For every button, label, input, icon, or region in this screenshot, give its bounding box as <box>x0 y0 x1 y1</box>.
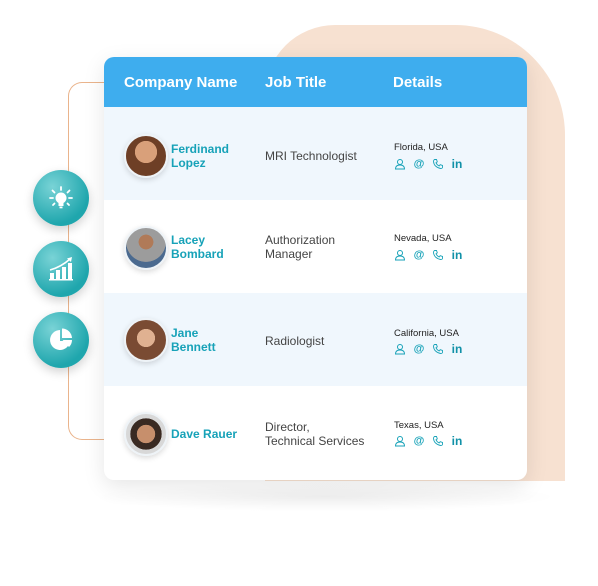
contact-name[interactable]: Dave Rauer <box>171 427 237 441</box>
job-title: Authorization Manager <box>265 233 336 261</box>
person-icon[interactable] <box>394 343 406 355</box>
avatar <box>124 134 168 178</box>
table-row[interactable]: Dave Rauer Director, Technical Services … <box>104 386 527 479</box>
linkedin-icon[interactable]: in <box>451 157 463 171</box>
table-row[interactable]: Jane Bennett Radiologist California, USA… <box>104 293 527 386</box>
location: Texas, USA <box>394 420 444 431</box>
linkedin-icon[interactable]: in <box>451 434 463 448</box>
contact-icons: @ in <box>394 434 463 448</box>
pie-chart-icon <box>33 312 89 368</box>
person-icon[interactable] <box>394 435 406 447</box>
table-row[interactable]: Lacey Bombard Authorization Manager Neva… <box>104 200 527 293</box>
contact-icons: @ in <box>394 157 463 171</box>
avatar <box>124 412 168 456</box>
phone-icon[interactable] <box>432 158 444 170</box>
location: Nevada, USA <box>394 233 452 244</box>
avatar <box>124 318 168 362</box>
email-at-icon[interactable]: @ <box>413 158 425 170</box>
job-title: Radiologist <box>265 334 325 348</box>
email-at-icon[interactable]: @ <box>413 249 425 261</box>
column-header-job-title[interactable]: Job Title <box>265 74 326 91</box>
person-icon[interactable] <box>394 158 406 170</box>
contact-name[interactable]: Lacey Bombard <box>171 233 224 261</box>
table-row[interactable]: Ferdinand Lopez MRI Technologist Florida… <box>104 107 527 200</box>
linkedin-icon[interactable]: in <box>451 248 463 262</box>
lightbulb-icon <box>33 170 89 226</box>
contact-icons: @ in <box>394 342 463 356</box>
contact-name[interactable]: Ferdinand Lopez <box>171 142 229 170</box>
person-icon[interactable] <box>394 249 406 261</box>
table-header: Company Name Job Title Details <box>104 57 527 107</box>
location: Florida, USA <box>394 142 448 153</box>
phone-icon[interactable] <box>432 343 444 355</box>
location: California, USA <box>394 328 459 339</box>
column-header-company[interactable]: Company Name <box>124 74 237 91</box>
linkedin-icon[interactable]: in <box>451 342 463 356</box>
phone-icon[interactable] <box>432 249 444 261</box>
job-title: Director, Technical Services <box>265 420 365 448</box>
phone-icon[interactable] <box>432 435 444 447</box>
avatar <box>124 226 168 270</box>
card-shadow <box>90 482 560 512</box>
column-header-details[interactable]: Details <box>393 74 442 91</box>
growth-chart-icon <box>33 241 89 297</box>
email-at-icon[interactable]: @ <box>413 343 425 355</box>
contacts-table: Company Name Job Title Details Ferdinand… <box>104 57 527 480</box>
job-title: MRI Technologist <box>265 149 357 163</box>
contact-icons: @ in <box>394 248 463 262</box>
email-at-icon[interactable]: @ <box>413 435 425 447</box>
contact-name[interactable]: Jane Bennett <box>171 326 216 354</box>
